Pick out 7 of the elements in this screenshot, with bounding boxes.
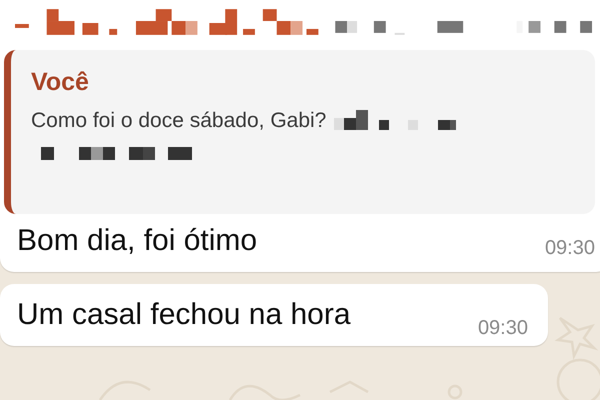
quote-text: Como foi o doce sábado, Gabi? (31, 109, 326, 133)
quote-author: Você (31, 68, 90, 97)
message-time: 09:30 (478, 317, 528, 340)
message-text: Um casal fechou na hora (17, 298, 351, 332)
quoted-message[interactable]: Você Como foi o doce sábado, Gabi? (4, 50, 595, 214)
message-time: 09:30 (544, 237, 595, 260)
message-text: Bom dia, foi ótimo (17, 224, 258, 258)
